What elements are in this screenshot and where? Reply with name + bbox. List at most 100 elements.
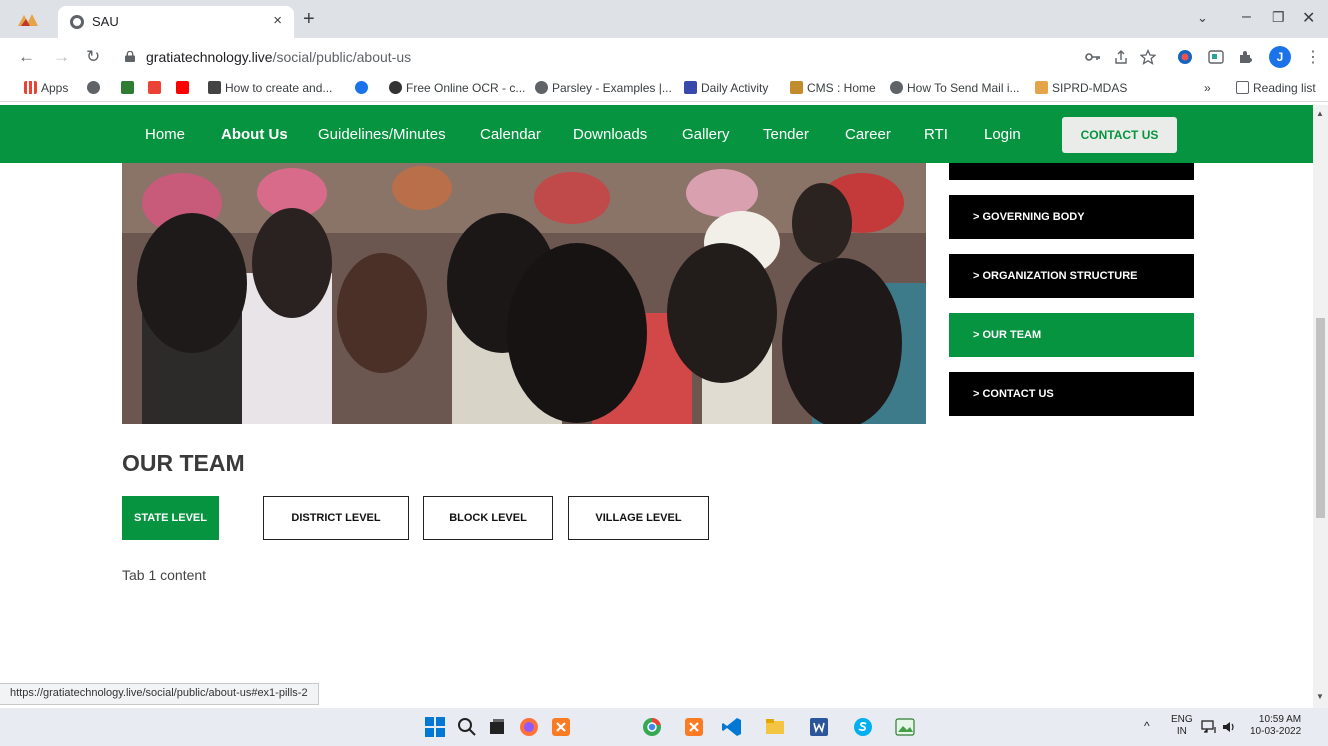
bookmark-free-ocr[interactable]: Free Online OCR - c... — [389, 81, 525, 95]
sidebar-item-our-team[interactable]: > OUR TEAM — [949, 313, 1194, 357]
url-host: gratiatechnology.live — [146, 49, 273, 65]
windows-start-icon[interactable] — [424, 716, 446, 738]
close-window-button[interactable]: ✕ — [1302, 8, 1315, 28]
tab-village-level[interactable]: VILLAGE LEVEL — [568, 496, 709, 540]
extension-circle-icon[interactable] — [1177, 49, 1193, 65]
volume-icon[interactable] — [1220, 718, 1238, 736]
nav-contact-us-button[interactable]: CONTACT US — [1062, 117, 1177, 153]
ocr-icon — [389, 81, 402, 94]
section-title: OUR TEAM — [122, 450, 245, 476]
new-tab-button[interactable]: + — [303, 8, 315, 31]
globe-icon — [535, 81, 548, 94]
bookmark-siprd-mdas[interactable]: SIPRD-MDAS — [1035, 81, 1127, 95]
tab-block-level[interactable]: BLOCK LEVEL — [423, 496, 553, 540]
reading-list-icon — [1236, 81, 1249, 94]
cms-icon — [790, 81, 803, 94]
restore-button[interactable]: ❐ — [1272, 9, 1285, 26]
browser-menu-icon[interactable]: ⋮ — [1305, 47, 1321, 67]
nav-rti[interactable]: RTI — [924, 126, 948, 143]
browser-tab-bar: SAU × + ⌄ – ❐ ✕ — [0, 0, 1328, 38]
skype-icon[interactable] — [852, 716, 874, 738]
chrome-icon[interactable] — [641, 716, 663, 738]
task-view-icon[interactable] — [486, 716, 508, 738]
network-icon[interactable] — [1200, 718, 1218, 736]
nav-career[interactable]: Career — [845, 126, 891, 143]
tray-chevron-up-icon[interactable]: ^ — [1144, 720, 1150, 732]
reload-button[interactable]: ↻ — [86, 47, 100, 67]
share-icon[interactable] — [1113, 49, 1129, 65]
back-button[interactable]: ← — [18, 47, 35, 67]
sidebar-item-governing-body[interactable]: > GOVERNING BODY — [949, 195, 1194, 239]
globe-icon — [70, 15, 84, 29]
language-indicator[interactable]: ENG IN — [1171, 714, 1193, 738]
url-path: /social/public/about-us — [272, 49, 412, 65]
site-icon — [121, 81, 134, 94]
bookmark-site-2[interactable] — [121, 81, 138, 95]
nav-guidelines-minutes[interactable]: Guidelines/Minutes — [318, 126, 446, 143]
nav-tender[interactable]: Tender — [763, 126, 809, 143]
image-viewer-icon[interactable] — [894, 716, 916, 738]
scroll-up-arrow-icon[interactable]: ▲ — [1316, 109, 1324, 118]
nav-gallery[interactable]: Gallery — [682, 126, 730, 143]
address-bar[interactable]: gratiatechnology.live/social/public/abou… — [146, 49, 411, 65]
firefox-icon[interactable] — [518, 716, 540, 738]
sidebar-item-contact-us[interactable]: > CONTACT US — [949, 372, 1194, 416]
youtube-icon — [176, 81, 189, 94]
scroll-down-arrow-icon[interactable]: ▼ — [1316, 692, 1324, 701]
bookmark-globe[interactable] — [87, 81, 104, 95]
bookmark-parsley[interactable]: Parsley - Examples |... — [535, 81, 672, 95]
word-icon[interactable] — [808, 716, 830, 738]
minimize-button[interactable]: – — [1242, 8, 1251, 26]
bookmarks-more-button[interactable]: » — [1204, 81, 1211, 95]
bookmark-how-to-create[interactable]: How to create and... — [208, 81, 332, 95]
bookmark-gear[interactable] — [355, 81, 372, 95]
tab-state-level[interactable]: STATE LEVEL — [122, 496, 219, 540]
bookmark-daily-activity[interactable]: Daily Activity — [684, 81, 768, 95]
profile-avatar[interactable]: J — [1269, 46, 1291, 68]
bookmark-youtube[interactable] — [176, 81, 193, 95]
globe-icon — [87, 81, 100, 94]
nav-login[interactable]: Login — [984, 126, 1021, 143]
gear-icon — [355, 81, 368, 94]
bookmarks-bar: Apps How to create and... Free Online OC… — [0, 76, 1328, 102]
site-icon — [208, 81, 221, 94]
sheet-icon — [684, 81, 697, 94]
extensions-puzzle-icon[interactable] — [1238, 49, 1254, 65]
globe-icon — [890, 81, 903, 94]
reading-list-button[interactable]: Reading list — [1236, 81, 1316, 95]
extension-screenshot-icon[interactable] — [1208, 49, 1224, 65]
bookmark-apps[interactable]: Apps — [24, 81, 68, 95]
nav-calendar[interactable]: Calendar — [480, 126, 541, 143]
bookmark-gmail[interactable] — [148, 81, 165, 95]
gmail-icon — [148, 81, 161, 94]
xampp-icon[interactable] — [550, 716, 572, 738]
apps-grid-icon — [24, 81, 37, 94]
bookmark-star-icon[interactable] — [1140, 49, 1156, 65]
bookmark-send-mail[interactable]: How To Send Mail i... — [890, 81, 1020, 95]
crowd-photo-illustration — [122, 163, 926, 424]
tab-search-icon[interactable]: ⌄ — [1197, 10, 1208, 26]
nav-home[interactable]: Home — [145, 126, 185, 143]
key-icon[interactable] — [1085, 49, 1101, 65]
sidebar-item-top[interactable] — [949, 163, 1194, 180]
file-explorer-icon[interactable] — [764, 716, 786, 738]
page-scrollbar[interactable]: ▲ ▼ — [1313, 105, 1328, 708]
browser-tab[interactable]: SAU × — [58, 6, 294, 38]
vscode-icon[interactable] — [721, 716, 743, 738]
tab-content-panel: Tab 1 content — [122, 567, 207, 583]
lock-icon[interactable] — [125, 51, 135, 62]
clock[interactable]: 10:59 AM 10-03-2022 — [1250, 714, 1301, 738]
search-icon[interactable] — [456, 716, 478, 738]
app-logo-icon — [18, 14, 38, 26]
bookmark-cms-home[interactable]: CMS : Home — [790, 81, 876, 95]
forward-button[interactable]: → — [53, 47, 70, 67]
nav-about-us[interactable]: About Us — [221, 126, 288, 143]
xampp-icon[interactable] — [683, 716, 705, 738]
scroll-thumb[interactable] — [1316, 318, 1325, 518]
tab-district-level[interactable]: DISTRICT LEVEL — [263, 496, 409, 540]
nav-downloads[interactable]: Downloads — [573, 126, 647, 143]
tab-close-icon[interactable]: × — [273, 12, 282, 29]
site-navbar: Home About Us Guidelines/Minutes Calenda… — [0, 105, 1313, 163]
status-bar-url: https://gratiatechnology.live/social/pub… — [0, 683, 319, 705]
sidebar-item-organization-structure[interactable]: > ORGANIZATION STRUCTURE — [949, 254, 1194, 298]
